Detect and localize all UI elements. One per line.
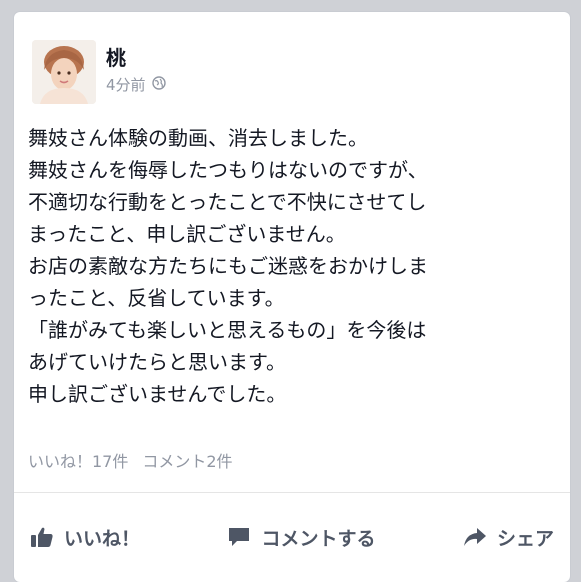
thumbs-up-icon [30,526,54,548]
avatar-image [32,40,96,104]
globe-icon[interactable] [151,75,166,94]
author-name[interactable]: 桃 [106,42,126,71]
post-line: 「誰がみても楽しいと思えるもの」を今後は [28,318,427,342]
post-header: 桃 4分前 [22,40,562,120]
like-label: いいね！ [64,527,141,550]
action-bar: いいね！ コメントする シェア [24,517,560,557]
post-stats: いいね！17件 コメント2件 [28,448,233,472]
post-line: 舞妓さん体験の動画、消去しました。 [28,126,368,150]
post-line: 申し訳ございませんでした。 [28,382,287,406]
like-button[interactable]: いいね！ [30,524,140,551]
comment-label: コメントする [261,527,376,550]
post-line: ったこと、反省しています。 [28,286,285,310]
post-line: まったこと、申し訳ございません。 [28,222,346,246]
post-line: 舞妓さんを侮辱したつもりはないのですが、 [28,158,428,182]
comment-bubble-icon [227,526,251,548]
share-button[interactable]: シェア [463,524,554,551]
post-line: お店の素敵な方たちにもご迷惑をおかけしま [28,254,428,278]
post-card: 桃 4分前 舞妓さん体験の動画、消去しました。 舞妓さんを侮辱したつもりはないの… [14,12,570,582]
divider [14,492,570,493]
avatar[interactable] [32,40,96,104]
comment-button[interactable]: コメントする [227,524,376,551]
comments-count[interactable]: コメント2件 [142,448,232,472]
share-label: シェア [496,527,554,550]
post-line: 不適切な行動をとったことで不快にさせてし [28,190,427,214]
post-time[interactable]: 4分前 [106,74,146,95]
post-line: あげていけたらと思います。 [28,350,286,374]
likes-count[interactable]: いいね！17件 [28,448,128,472]
post-meta: 4分前 [106,74,166,95]
share-arrow-icon [463,526,487,548]
post-body: 舞妓さん体験の動画、消去しました。 舞妓さんを侮辱したつもりはないのですが、 不… [28,122,558,410]
